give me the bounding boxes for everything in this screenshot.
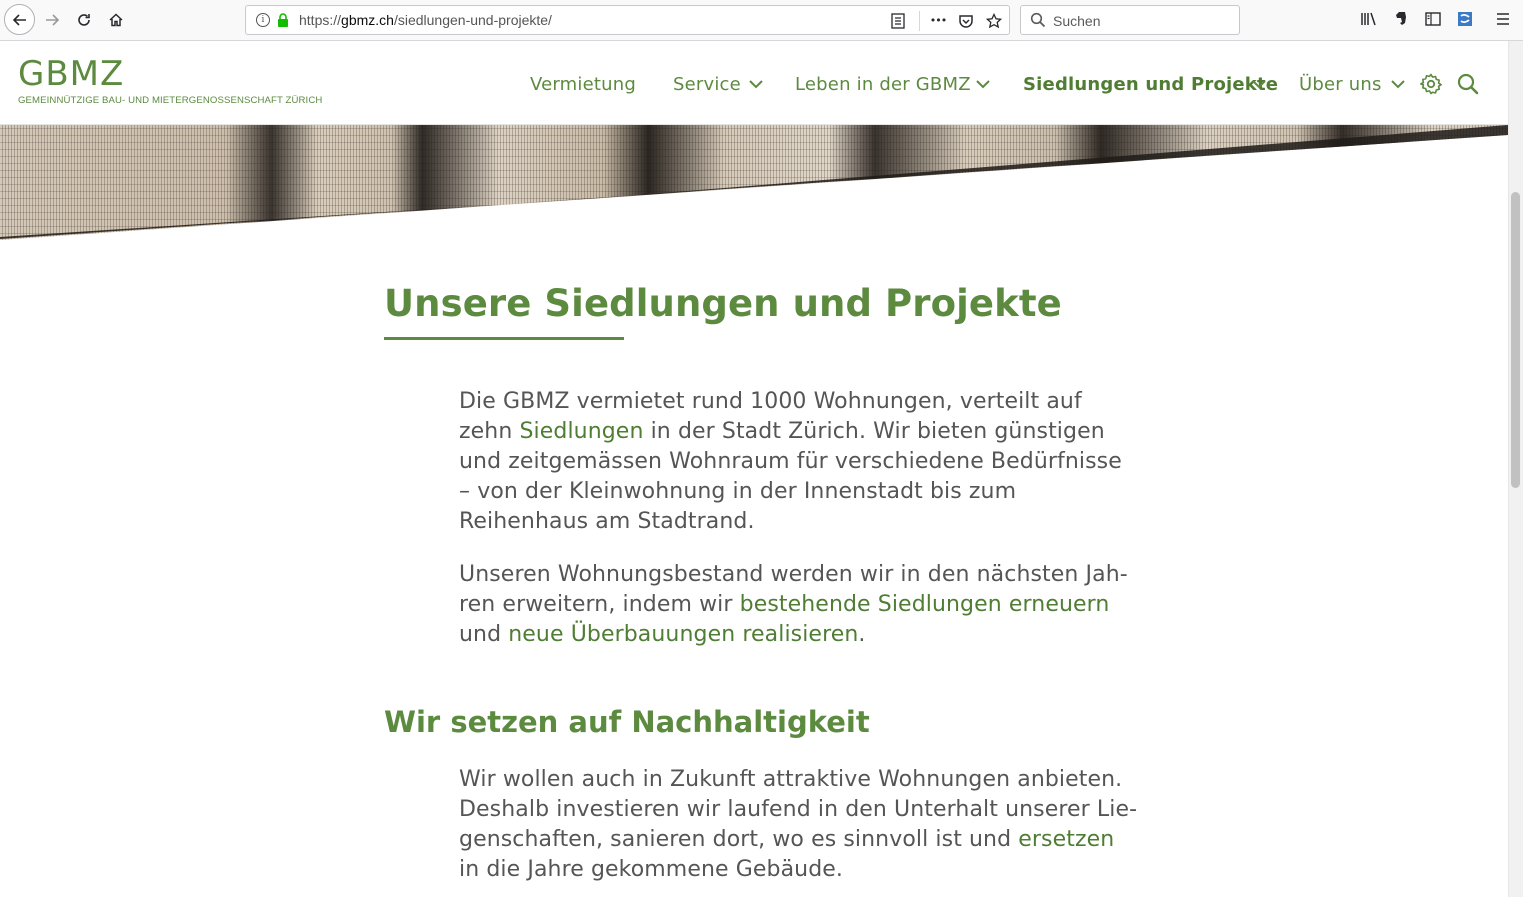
lock-icon[interactable]: [277, 13, 289, 27]
siedlungen-link[interactable]: Siedlungen: [519, 419, 643, 444]
back-button[interactable]: [4, 4, 35, 35]
chevron-down-icon[interactable]: [976, 79, 990, 89]
arrow-left-icon: [12, 13, 26, 26]
reload-button[interactable]: [70, 6, 98, 34]
page-actions-icon[interactable]: •••: [928, 11, 948, 31]
nav-item-vermietung[interactable]: Vermietung: [530, 74, 636, 95]
reader-view-icon[interactable]: [888, 11, 908, 31]
main-content: Unsere Siedlungen und Projekte Die GBMZ …: [0, 240, 1508, 897]
title-underline: [384, 337, 624, 340]
bookmark-star-icon[interactable]: [984, 11, 1004, 31]
sustainability-paragraph: Wir wollen auch in Zukunft attraktive Wo…: [459, 767, 1138, 882]
search-icon: [1457, 73, 1479, 95]
library-icon[interactable]: [1358, 8, 1380, 30]
page-scrollbar-thumb[interactable]: [1511, 192, 1520, 488]
sidebar-toggle-icon[interactable]: [1422, 8, 1444, 30]
section-heading-nachhaltigkeit: Wir setzen auf Nachhaltigkeit: [384, 705, 870, 739]
search-bar[interactable]: Suchen: [1020, 5, 1240, 35]
home-icon: [109, 13, 123, 27]
site-search-button[interactable]: [1456, 72, 1480, 96]
forward-button[interactable]: [38, 6, 66, 34]
chevron-down-icon[interactable]: [1252, 79, 1266, 89]
siedlungen-erneuern-link[interactable]: bestehende Siedlungen erneuern: [740, 592, 1110, 617]
browser-toolbar: i https://gbmz.ch/siedlungen-und-projekt…: [0, 0, 1523, 41]
ersetzen-link[interactable]: ersetzen: [1018, 827, 1114, 852]
hero-diagonal-cut: [0, 125, 1508, 240]
expansion-paragraph: Unseren Wohnungsbestand werden wir in de…: [459, 562, 1128, 647]
arrow-right-icon: [46, 14, 60, 26]
settings-button[interactable]: [1419, 72, 1443, 96]
gear-icon: [1420, 73, 1442, 95]
chevron-down-icon[interactable]: [749, 79, 763, 89]
main-navigation: Vermietung Service Leben in der GBMZ Sie…: [0, 74, 1508, 100]
extension-icon[interactable]: [1454, 8, 1476, 30]
hero-image: [0, 125, 1508, 240]
site-header: GBMZ GEMEINNÜTZIGE BAU- UND MIETERGENOSS…: [0, 41, 1508, 125]
search-placeholder: Suchen: [1053, 13, 1101, 29]
reload-icon: [78, 14, 90, 26]
url-bar[interactable]: i https://gbmz.ch/siedlungen-und-projekt…: [245, 5, 1010, 35]
chevron-down-icon[interactable]: [1391, 79, 1405, 89]
page-title: Unsere Siedlungen und Projekte: [384, 282, 1062, 325]
url-text[interactable]: https://gbmz.ch/siedlungen-und-projekte/: [299, 12, 552, 28]
ueberbauungen-link[interactable]: neue Überbauungen realisieren: [508, 622, 858, 647]
search-icon: [1030, 12, 1046, 28]
url-separator: [919, 11, 920, 31]
menu-icon[interactable]: [1492, 8, 1514, 30]
nav-item-siedlungen[interactable]: Siedlungen und Projekte: [1023, 74, 1278, 95]
home-button[interactable]: [102, 6, 130, 34]
nav-item-service[interactable]: Service: [673, 74, 741, 95]
nav-item-leben[interactable]: Leben in der GBMZ: [795, 74, 971, 95]
intro-paragraph: Die GBMZ vermietet rund 1000 Wohnungen, …: [459, 389, 1122, 534]
nav-item-ueber-uns[interactable]: Über uns: [1299, 74, 1382, 95]
info-icon[interactable]: i: [256, 13, 270, 27]
pocket-icon[interactable]: [956, 11, 976, 31]
evernote-icon[interactable]: [1390, 8, 1412, 30]
